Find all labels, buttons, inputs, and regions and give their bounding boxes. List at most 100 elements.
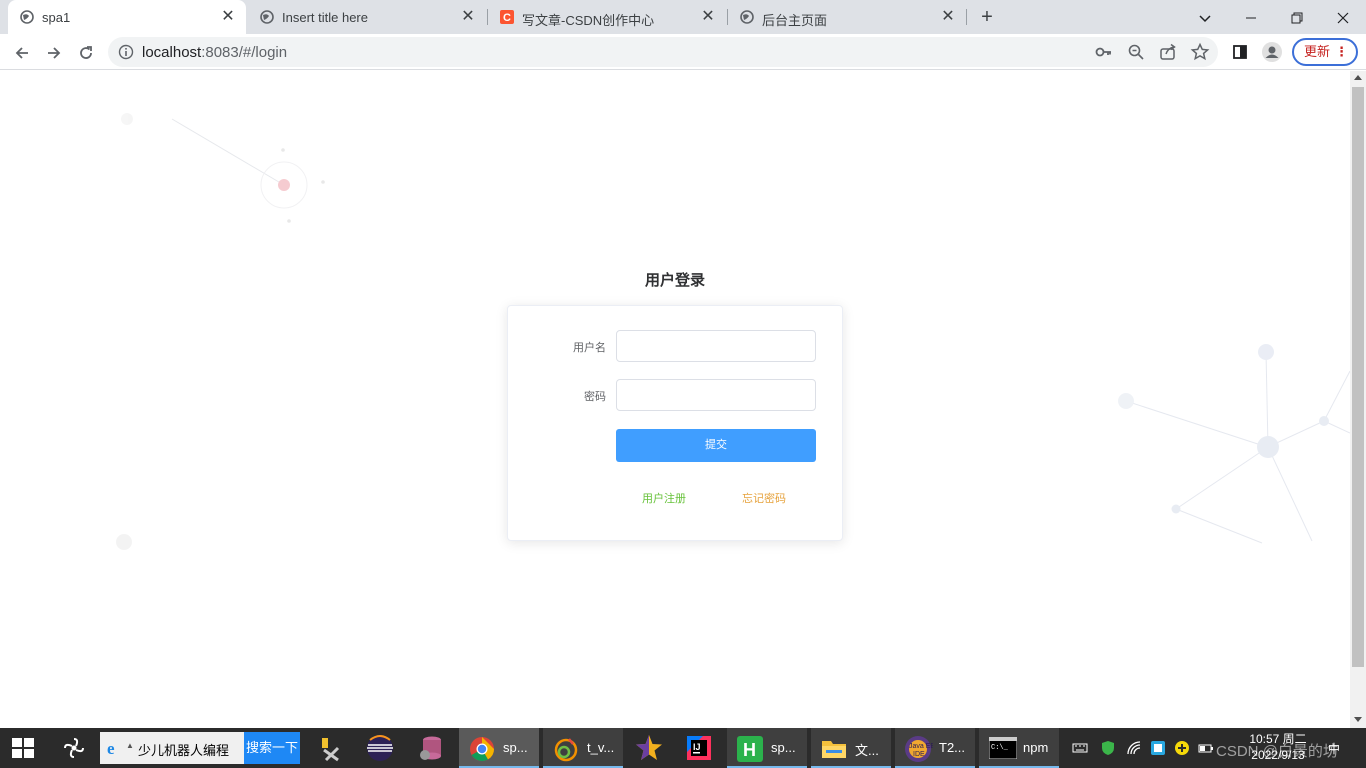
taskbar-search-button[interactable]: 搜索一下 [244, 732, 300, 764]
svg-text:IJ: IJ [693, 742, 701, 752]
taskbar-hbuilder-app[interactable]: H sp... [727, 728, 807, 768]
tab-separator [966, 9, 967, 25]
javaee-ide-icon: Java EEIDE [905, 736, 933, 762]
wifi-icon[interactable] [1126, 740, 1142, 756]
restore-button[interactable] [1274, 0, 1320, 34]
tab-title: Insert title here [282, 10, 368, 25]
taskbar-tv-app[interactable]: t_v... [543, 728, 623, 768]
scroll-up-arrow-icon[interactable] [1354, 75, 1362, 80]
url-host: localhost [142, 44, 202, 61]
tab-search-button[interactable] [1182, 0, 1228, 34]
taskbar-eclipse-app[interactable] [358, 728, 402, 768]
shield-icon[interactable] [1100, 740, 1116, 756]
tools-icon [322, 738, 340, 762]
scroll-thumb[interactable] [1352, 87, 1364, 667]
app-label: sp... [771, 740, 796, 755]
chrome-icon [470, 737, 494, 762]
globe-icon [20, 10, 34, 24]
key-icon[interactable] [1094, 42, 1114, 62]
svg-text:Java EE: Java EE [909, 743, 933, 750]
share-icon[interactable] [1158, 42, 1178, 62]
update-button[interactable]: 更新 ⋮ [1292, 38, 1358, 66]
side-panel-icon[interactable] [1228, 40, 1252, 64]
close-tab-icon[interactable]: ✕ [218, 7, 238, 27]
tab-spa1[interactable]: spa1 ✕ [8, 0, 246, 34]
plus-badge-icon[interactable] [1174, 740, 1190, 756]
url-text[interactable]: localhost:8083/#/login [142, 44, 287, 61]
close-tab-icon[interactable]: ✕ [458, 7, 478, 27]
taskbar-database-app[interactable] [408, 728, 452, 768]
taskbar-star-app[interactable] [627, 728, 671, 768]
taskbar-explorer-app[interactable]: 文... [811, 728, 891, 768]
tab-title: spa1 [42, 10, 71, 25]
hbuilder-icon: H [737, 736, 763, 762]
search-text: 少儿机器人编程 [138, 743, 230, 758]
back-button[interactable] [8, 38, 36, 66]
app-label: T2... [939, 740, 966, 755]
app-label: npm [1023, 740, 1049, 755]
menu-dots-icon: ⋮ [1335, 44, 1348, 59]
csdn-icon: C [500, 10, 514, 24]
app-label: sp... [503, 740, 528, 755]
clock-time: 10:57 周二 [1249, 732, 1307, 746]
keyboard-icon[interactable] [1072, 740, 1088, 756]
login-title: 用户登录 [644, 272, 705, 289]
close-tab-icon[interactable]: ✕ [698, 7, 718, 27]
app-label: t_v... [587, 740, 615, 755]
close-tab-icon[interactable]: ✕ [938, 7, 958, 27]
network-icon[interactable] [1150, 740, 1166, 756]
password-label: 密码 [584, 391, 606, 403]
task-view-button[interactable] [52, 728, 96, 768]
submit-button[interactable]: 提交 [616, 429, 816, 462]
taskbar-clock[interactable]: 10:57 周二 2022/9/13 [1246, 731, 1310, 763]
taskbar-terminal-app[interactable]: C:\_ npm [979, 728, 1059, 768]
register-link[interactable]: 用户注册 [642, 490, 686, 506]
profile-avatar-icon[interactable] [1260, 40, 1284, 64]
battery-icon[interactable] [1198, 740, 1214, 756]
tab-backend-home[interactable]: 后台主页面 ✕ [728, 0, 966, 34]
taskbar-intellij-app[interactable]: IJ [677, 728, 721, 768]
password-input[interactable] [616, 379, 816, 411]
globe-icon [740, 10, 754, 24]
close-window-button[interactable] [1320, 0, 1366, 34]
svg-text:IDE: IDE [913, 751, 925, 758]
forward-button[interactable] [40, 38, 68, 66]
reload-button[interactable] [72, 38, 100, 66]
taskbar-search-box[interactable]: e ▲ 少儿机器人编程 [100, 732, 244, 764]
tab-csdn[interactable]: C 写文章-CSDN创作中心 ✕ [488, 0, 726, 34]
zoom-icon[interactable] [1126, 42, 1146, 62]
minimize-icon [1246, 17, 1256, 19]
reload-icon [80, 46, 92, 60]
info-icon[interactable] [118, 44, 134, 60]
ie-icon: e [107, 739, 115, 757]
address-bar[interactable]: localhost:8083/#/login [108, 37, 1218, 67]
windows-taskbar: e ▲ 少儿机器人编程 搜索一下 sp... t_v... IJ H sp...… [0, 728, 1366, 768]
login-page: 用户登录 用户名 密码 提交 用户注册 忘记密码 [0, 71, 1350, 728]
bookmark-star-icon[interactable] [1190, 42, 1210, 62]
chevron-down-icon [1199, 15, 1211, 23]
login-form-card: 用户名 密码 提交 用户注册 忘记密码 [507, 305, 843, 541]
app-icon [554, 738, 578, 762]
dropdown-caret-icon: ▲ [126, 741, 134, 750]
app-label: 文... [855, 743, 879, 758]
ime-indicator[interactable]: 中 [1328, 740, 1340, 757]
windows-logo-icon [12, 738, 34, 758]
tab-insert-title[interactable]: Insert title here ✕ [248, 0, 486, 34]
new-tab-button[interactable]: + [976, 6, 998, 28]
svg-text:C: C [503, 12, 511, 24]
scroll-down-arrow-icon[interactable] [1354, 717, 1362, 722]
forgot-password-link[interactable]: 忘记密码 [742, 490, 786, 506]
minimize-button[interactable] [1228, 0, 1274, 34]
restore-icon [1291, 12, 1303, 24]
star-icon [636, 735, 662, 760]
clock-date: 2022/9/13 [1251, 748, 1305, 762]
database-icon [420, 736, 441, 760]
close-icon [1337, 12, 1349, 24]
taskbar-tools-app[interactable] [308, 728, 352, 768]
taskbar-chrome-app[interactable]: sp... [459, 728, 539, 768]
folder-icon [822, 741, 846, 758]
page-scrollbar[interactable] [1350, 71, 1366, 728]
username-input[interactable] [616, 330, 816, 362]
taskbar-javaee-app[interactable]: Java EE IDE T2... [895, 728, 975, 768]
start-button[interactable] [0, 728, 48, 768]
